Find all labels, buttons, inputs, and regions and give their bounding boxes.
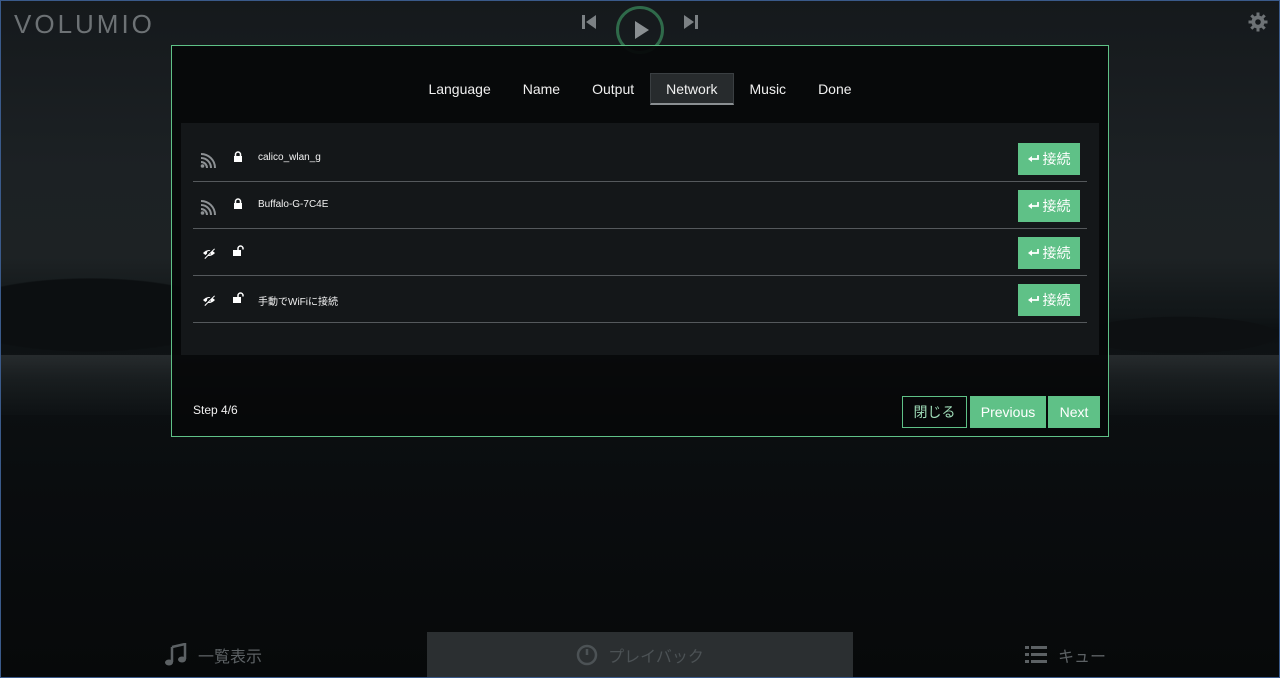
step-tab-music[interactable]: Music: [734, 73, 803, 105]
queue-tab-label: キュー: [1058, 649, 1107, 666]
enter-icon: [1027, 296, 1039, 303]
browse-tab[interactable]: 一覧表示: [164, 632, 262, 678]
connect-button-label: 接続: [1042, 198, 1071, 214]
playback-tab[interactable]: プレイバック: [427, 632, 853, 678]
network-list: calico_wlan_g 接続 Buffalo-G-7C4E 接続 接続 手動…: [181, 123, 1099, 355]
lock-icon: [234, 151, 242, 162]
connect-button-label: 接続: [1042, 151, 1071, 167]
step-counter: Step 4/6: [193, 403, 238, 417]
previous-button[interactable]: Previous: [970, 396, 1046, 428]
next-track-button[interactable]: [682, 13, 700, 31]
playback-clock-icon: [576, 644, 598, 666]
connect-button[interactable]: 接続: [1018, 143, 1080, 175]
network-row: 接続: [193, 229, 1087, 276]
gear-icon: [1248, 12, 1268, 32]
volumio-logo: VOLUMIO: [14, 9, 155, 39]
network-row: calico_wlan_g 接続: [193, 135, 1087, 182]
bottom-nav: 一覧表示 プレイバック キュー: [0, 632, 1280, 678]
network-ssid: Buffalo-G-7C4E: [258, 199, 329, 210]
skip-forward-icon: [684, 15, 698, 29]
network-ssid: calico_wlan_g: [258, 152, 321, 163]
unlock-icon: [233, 292, 244, 303]
wifi-signal-icon: [200, 200, 216, 215]
settings-button[interactable]: [1248, 12, 1268, 32]
network-row: Buffalo-G-7C4E 接続: [193, 182, 1087, 229]
next-button[interactable]: Next: [1048, 396, 1100, 428]
step-tab-done[interactable]: Done: [802, 73, 867, 105]
enter-icon: [1027, 202, 1039, 209]
skip-back-icon: [582, 15, 596, 29]
network-ssid: 手動でWiFiに接続: [258, 297, 338, 308]
step-tab-language[interactable]: Language: [412, 73, 506, 105]
list-icon: [1025, 646, 1047, 663]
step-tab-output[interactable]: Output: [576, 73, 650, 105]
hidden-network-icon: [203, 247, 215, 259]
lock-icon: [234, 198, 242, 209]
setup-wizard-modal: Language Name Output Network Music Done …: [171, 45, 1109, 437]
enter-icon: [1027, 155, 1039, 162]
enter-icon: [1027, 249, 1039, 256]
previous-track-button[interactable]: [580, 13, 598, 31]
browse-tab-label: 一覧表示: [198, 649, 263, 666]
music-note-icon: [165, 643, 187, 666]
hidden-network-icon: [203, 294, 215, 306]
playback-tab-label: プレイバック: [608, 649, 704, 666]
unlock-icon: [233, 245, 244, 256]
network-row: 手動でWiFiに接続 接続: [193, 276, 1087, 323]
transport-controls: [578, 6, 708, 54]
step-tab-network[interactable]: Network: [650, 73, 734, 105]
queue-tab[interactable]: キュー: [1024, 632, 1106, 678]
wifi-signal-icon: [200, 153, 216, 168]
connect-button[interactable]: 接続: [1018, 237, 1080, 269]
close-button[interactable]: 閉じる: [902, 396, 967, 428]
wizard-steps: Language Name Output Network Music Done: [172, 73, 1108, 105]
connect-button[interactable]: 接続: [1018, 190, 1080, 222]
connect-button[interactable]: 接続: [1018, 284, 1080, 316]
connect-button-label: 接続: [1042, 245, 1071, 261]
step-tab-name[interactable]: Name: [507, 73, 576, 105]
connect-button-label: 接続: [1042, 292, 1071, 308]
